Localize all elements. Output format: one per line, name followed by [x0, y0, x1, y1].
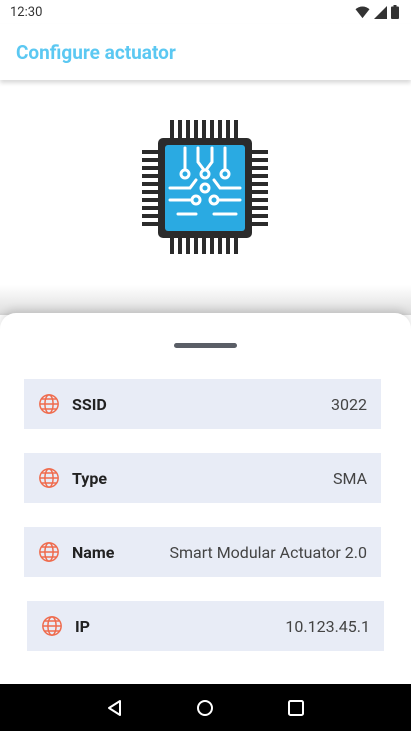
app-bar: Configure actuator — [0, 24, 411, 80]
status-icons — [355, 5, 399, 19]
ssid-value: 3022 — [331, 394, 367, 414]
cell-signal-icon — [374, 5, 387, 19]
globe-icon — [42, 616, 62, 636]
globe-icon — [39, 542, 59, 562]
details-sheet[interactable]: SSID 3022 Type SMA Name Smart Modular Ac… — [0, 313, 411, 684]
globe-icon — [39, 394, 59, 414]
ip-row[interactable]: IP 10.123.45.1 — [27, 601, 384, 651]
home-icon[interactable] — [193, 696, 217, 720]
battery-icon — [391, 5, 399, 19]
ssid-row[interactable]: SSID 3022 — [24, 379, 381, 429]
recents-icon[interactable] — [284, 696, 308, 720]
system-nav-bar — [0, 684, 411, 731]
header-shade — [0, 285, 411, 315]
type-value: SMA — [332, 468, 367, 488]
sheet-drag-handle[interactable] — [174, 343, 237, 348]
name-label: Name — [72, 542, 115, 562]
page-title: Configure actuator — [16, 40, 176, 64]
ssid-label: SSID — [72, 394, 107, 414]
status-time: 12:30 — [10, 4, 43, 20]
wifi-icon — [355, 6, 370, 18]
microchip-icon — [140, 118, 270, 258]
ip-value: 10.123.45.1 — [285, 616, 370, 636]
type-label: Type — [72, 468, 107, 488]
status-bar: 12:30 — [0, 0, 411, 24]
ip-label: IP — [75, 616, 90, 636]
globe-icon — [39, 468, 59, 488]
back-icon[interactable] — [103, 696, 127, 720]
type-row[interactable]: Type SMA — [24, 453, 381, 503]
name-value: Smart Modular Actuator 2.0 — [169, 542, 367, 562]
name-row[interactable]: Name Smart Modular Actuator 2.0 — [24, 527, 381, 577]
